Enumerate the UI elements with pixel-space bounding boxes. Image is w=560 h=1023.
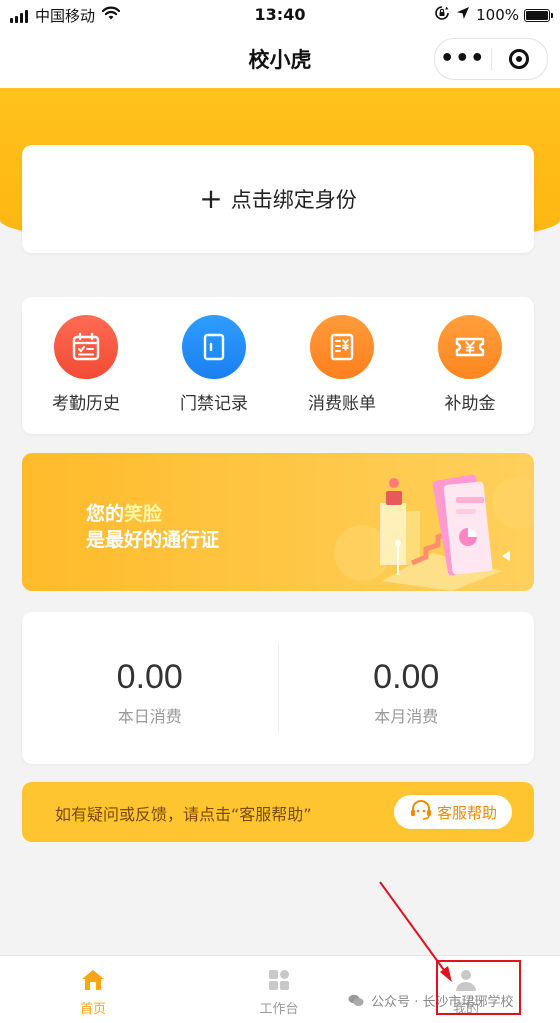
- annotation-arrow: [379, 881, 452, 982]
